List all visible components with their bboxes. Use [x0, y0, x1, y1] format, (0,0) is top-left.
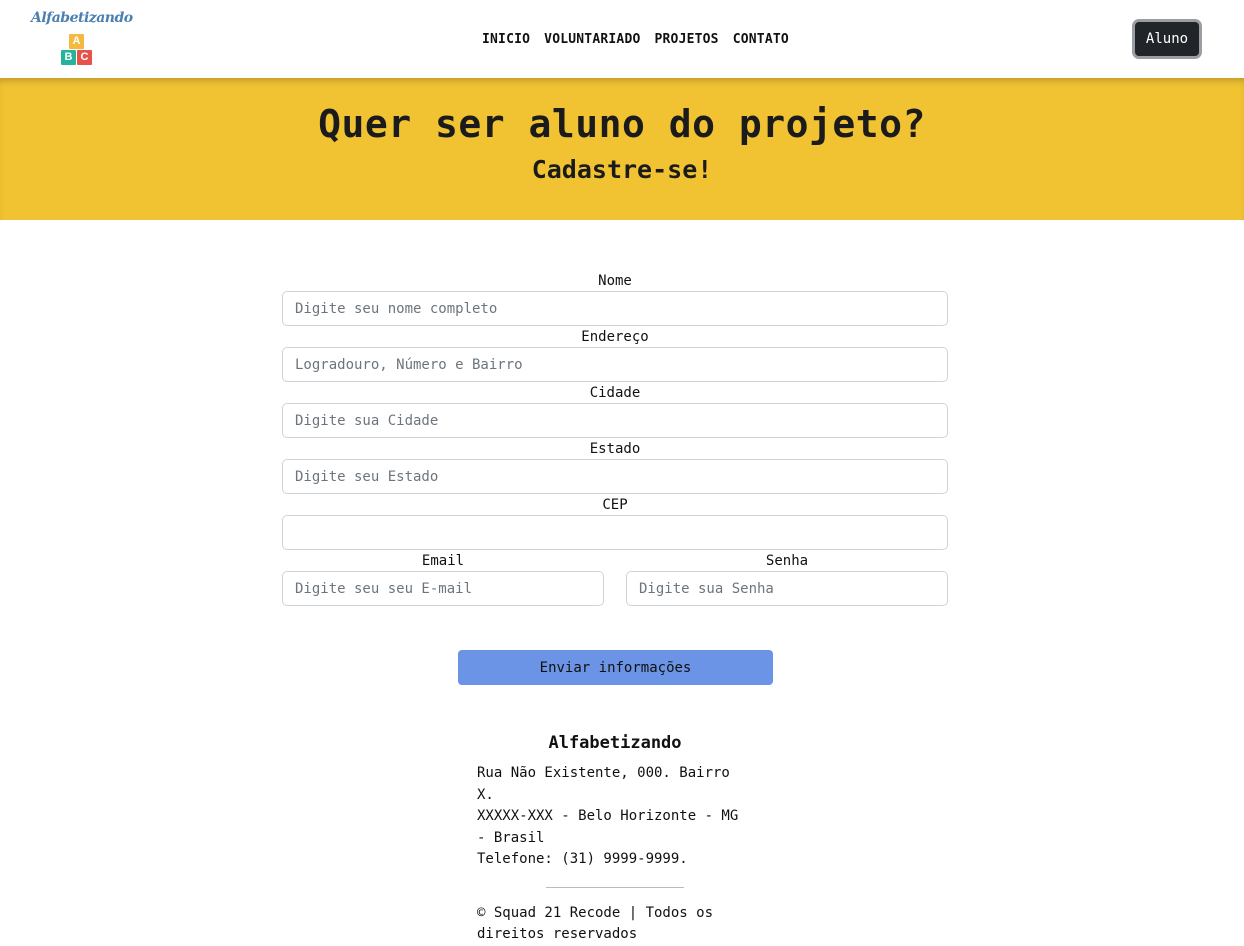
footer-address-line2: XXXXX-XXX - Belo Horizonte - MG - Brasil	[477, 808, 739, 846]
email-field-group: Email	[282, 552, 604, 608]
cep-label: CEP	[602, 497, 628, 513]
endereco-input[interactable]	[282, 347, 948, 382]
nome-label: Nome	[598, 273, 632, 289]
footer-address-line1: Rua Não Existente, 000. Bairro X.	[477, 765, 730, 803]
hero-banner: Quer ser aluno do projeto? Cadastre-se!	[0, 78, 1244, 220]
block-a-icon: A	[69, 34, 84, 49]
footer-address: Rua Não Existente, 000. Bairro X. XXXXX-…	[477, 763, 747, 871]
block-b-icon: B	[61, 50, 76, 65]
footer-phone: Telefone: (31) 9999-9999.	[477, 851, 688, 867]
senha-label: Senha	[765, 553, 809, 569]
footer-divider	[546, 886, 684, 888]
footer-title: Alfabetizando	[548, 733, 682, 753]
senha-field-group: Senha	[626, 552, 948, 608]
brand-logo[interactable]: Alfabetizando A B C	[31, 10, 133, 68]
senha-input[interactable]	[626, 571, 948, 606]
endereco-field-group: Endereço	[282, 328, 948, 384]
nav-link-projetos[interactable]: PROJETOS	[655, 32, 719, 47]
email-input[interactable]	[282, 571, 604, 606]
brand-name: Alfabetizando	[31, 10, 133, 26]
estado-input[interactable]	[282, 459, 948, 494]
estado-field-group: Estado	[282, 440, 948, 496]
cep-field-group: CEP	[282, 496, 948, 552]
estado-label: Estado	[589, 441, 641, 457]
endereco-label: Endereço	[581, 329, 649, 345]
cidade-input[interactable]	[282, 403, 948, 438]
nav-link-contato[interactable]: CONTATO	[733, 32, 789, 47]
credentials-row: Email Senha	[282, 552, 948, 608]
block-c-icon: C	[77, 50, 92, 65]
page-subtitle: Cadastre-se!	[531, 155, 713, 184]
cidade-field-group: Cidade	[282, 384, 948, 440]
aluno-button[interactable]: Aluno	[1132, 19, 1202, 59]
navbar: Alfabetizando A B C INICIO VOLUNTARIADO …	[0, 0, 1244, 78]
registration-form: Nome Endereço Cidade Estado CEP Email Se…	[282, 272, 948, 608]
footer: Alfabetizando Rua Não Existente, 000. Ba…	[477, 733, 767, 946]
main-nav: INICIO VOLUNTARIADO PROJETOS CONTATO	[482, 28, 789, 47]
nav-link-inicio[interactable]: INICIO	[482, 32, 530, 47]
submit-button[interactable]: Enviar informações	[458, 650, 773, 685]
nome-input[interactable]	[282, 291, 948, 326]
nav-link-voluntariado[interactable]: VOLUNTARIADO	[544, 32, 640, 47]
email-label: Email	[421, 553, 465, 569]
footer-copyright: © Squad 21 Recode | Todos os direitos re…	[477, 904, 714, 943]
cep-input[interactable]	[282, 515, 948, 550]
page-title: Quer ser aluno do projeto?	[318, 102, 926, 146]
cidade-label: Cidade	[589, 385, 641, 401]
nome-field-group: Nome	[282, 272, 948, 328]
